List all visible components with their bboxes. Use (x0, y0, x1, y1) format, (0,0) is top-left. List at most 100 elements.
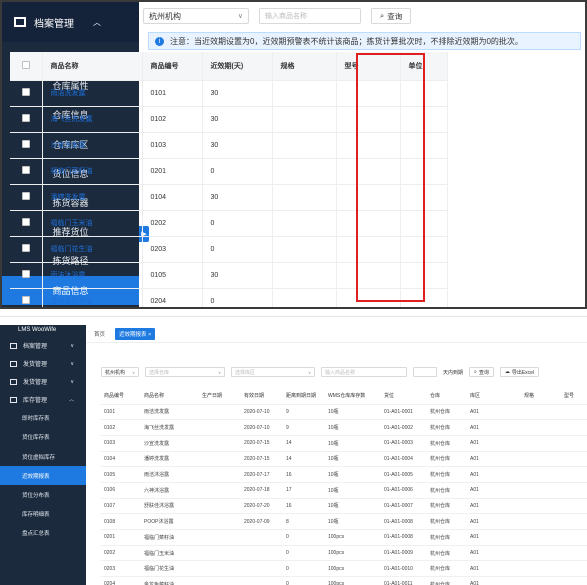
table-row[interactable]: 福临门菜籽油 0201 0 (10, 158, 448, 185)
export-excel-button[interactable]: ☁ 导出Excel (499, 367, 540, 377)
row-checkbox[interactable] (10, 262, 43, 289)
info-icon: i (155, 36, 164, 46)
empty-cell (400, 132, 448, 159)
row-checkbox[interactable] (10, 106, 43, 133)
table-row[interactable]: 0108 POOP沐浴露 2020-07-09 8 10瓶 01-A01-0008 杭州仓库… (101, 513, 587, 530)
sidebar-group-label: 发货管理 (23, 362, 48, 369)
row-checkbox[interactable] (10, 184, 43, 211)
column-header: 库区 (467, 388, 521, 405)
sidebar-item[interactable]: 库存明细表 (0, 505, 86, 524)
org-select-value: 杭州机构 (149, 11, 181, 21)
table-row[interactable]: 0201 福临门菜籽油 0 100pcs 01-A01-0008 杭州仓库 A01 (101, 529, 587, 546)
table-cell: 01-A01-0009 (381, 545, 427, 562)
table-row[interactable]: 雨洁沐浴露 0105 30 (10, 262, 448, 289)
empty-cell (336, 288, 401, 307)
table-cell (241, 529, 283, 546)
product-name-cell[interactable]: 福临门玉米油 (42, 210, 143, 237)
table-cell: POOP沐浴露 (141, 513, 199, 530)
empty-cell (521, 466, 561, 483)
expiry-days-cell: 0 (202, 210, 273, 237)
table-row[interactable]: 0102 海飞丝洗发露 2020-07-10 9 10瓶 01-A01-0002 杭州仓库 A… (101, 419, 587, 436)
table-row[interactable]: 潘婷洗发露 0104 30 (10, 184, 448, 211)
empty-cell (336, 158, 401, 185)
table-cell: 0202 (101, 545, 141, 562)
query-button[interactable]: ⌕ 查询 (371, 8, 412, 24)
product-search-input[interactable]: 输入商品名称 (321, 367, 407, 377)
row-checkbox[interactable] (10, 210, 43, 237)
empty-cell (561, 498, 587, 515)
empty-cell (521, 435, 561, 452)
product-name-cell[interactable]: 雨洁沐浴露 (42, 262, 143, 289)
row-checkbox[interactable] (10, 80, 43, 107)
row-checkbox[interactable] (10, 158, 43, 185)
table-row[interactable]: 0105 雨洁沐浴露 2020-07-17 16 10瓶 01-A01-0005 杭州仓库 A… (101, 466, 587, 483)
table-cell: 10瓶 (325, 404, 381, 421)
table-cell (241, 545, 283, 562)
product-table: 商品名称 商品编号 近效期(天) 规格 型号 单位 雨洁洗发露 0101 30 海飞丝… (10, 52, 448, 307)
sidebar-group-label: 档案管理 (23, 344, 48, 351)
table-row[interactable]: 0204 金龙鱼菜籽油 0 100pcs 01-A01-0011 杭州仓库 A01 (101, 576, 587, 585)
table-row[interactable]: 沙宣洗发露 0103 30 (10, 132, 448, 159)
product-name-cell[interactable]: 金龙鱼菜籽油 (42, 288, 143, 307)
org-select[interactable]: 杭州机构 ∨ (143, 8, 249, 24)
query-button[interactable]: ⌕ 查询 (469, 367, 494, 377)
notice-banner: i 注意：当近效期设置为0，近效期预警表不统计该商品；拣货计算批次时，不排除近效… (148, 32, 581, 50)
sidebar-item[interactable]: 近效期报表 (0, 466, 86, 486)
table-row[interactable]: 雨洁洗发露 0101 30 (10, 80, 448, 107)
product-name-cell[interactable]: 福临门花生油 (42, 236, 143, 263)
table-row[interactable]: 海飞丝洗发露 0102 30 (10, 106, 448, 133)
days-input[interactable] (413, 367, 437, 377)
sidebar-group[interactable]: 档案管理 ∨ (0, 337, 86, 355)
empty-cell (336, 106, 401, 133)
sidebar-group[interactable]: 发货管理 ∨ (0, 355, 86, 373)
product-name-cell[interactable]: 雨洁洗发露 (42, 80, 143, 107)
sidebar-group[interactable]: 库存管理 ︿ (0, 391, 86, 409)
org-select[interactable]: 杭州机构 ∨ (101, 367, 139, 377)
sidebar-group-archive[interactable]: 档案管理 ︿ (2, 2, 139, 42)
table-row[interactable]: 0103 沙宣洗发露 2020-07-15 14 10瓶 01-A01-0003 杭州仓库 A… (101, 435, 587, 452)
sidebar-item[interactable]: 盘点汇总表 (0, 524, 86, 543)
table-row[interactable]: 0202 福临门玉米油 0 100pcs 01-A01-0009 杭州仓库 A01 (101, 545, 587, 562)
table-cell: 2020-07-20 (241, 498, 283, 515)
table-row[interactable]: 福临门花生油 0203 0 (10, 236, 448, 263)
chevron-up-icon: ︿ (68, 397, 74, 404)
sidebar-item[interactable]: 货位库存表 (0, 428, 86, 447)
row-checkbox[interactable] (10, 236, 43, 263)
product-name-cell[interactable]: 沙宣洗发露 (42, 132, 143, 159)
search-icon: ⌕ (474, 369, 477, 375)
tab-expiry-report[interactable]: 近效期报表 × (115, 327, 156, 340)
row-checkbox[interactable] (10, 132, 43, 159)
table-row[interactable]: 0104 潘婷洗发露 2020-07-15 14 10瓶 01-A01-0004 杭州仓库 A… (101, 451, 587, 468)
table-cell: 01-A01-0003 (381, 435, 427, 452)
table-row[interactable]: 0106 六神沐浴露 2020-07-18 17 10瓶 01-A01-0006 杭州仓库 A… (101, 482, 587, 499)
product-search-input[interactable]: 输入商品名称 (259, 8, 361, 24)
sidebar-item[interactable]: 货位分布表 (0, 485, 86, 504)
tab-home[interactable]: 首页 (90, 328, 109, 340)
empty-cell (272, 132, 337, 159)
table-cell: 10瓶 (325, 435, 381, 452)
table-cell: 01-A01-0008 (381, 529, 427, 546)
table-row[interactable]: 0107 舒肤佳沐浴露 2020-07-20 16 10瓶 01-A01-0007 杭州仓库… (101, 498, 587, 515)
product-name-cell[interactable]: 福临门菜籽油 (42, 158, 143, 185)
col-product-name: 商品名称 (42, 52, 143, 81)
product-name-cell[interactable]: 潘婷洗发露 (42, 184, 143, 211)
product-code-cell: 0202 (142, 210, 203, 237)
col-model: 型号 (336, 52, 401, 81)
table-row[interactable]: 金龙鱼菜籽油 0204 0 (10, 288, 448, 307)
sidebar-item[interactable]: 货位虚拟库存 (0, 447, 86, 466)
table-cell: 100pcs (325, 529, 381, 546)
warehouse-select[interactable]: 选择仓库 ∨ (145, 367, 225, 377)
select-all-checkbox[interactable] (10, 52, 43, 81)
table-row[interactable]: 福临门玉米油 0202 0 (10, 210, 448, 237)
notice-text: 注意：当近效期设置为0，近效期预警表不统计该商品；拣货计算批次时，不排除近效期为… (170, 36, 523, 46)
table-row[interactable]: 0203 福临门花生油 0 100pcs 01-A01-0010 杭州仓库 A01 (101, 560, 587, 578)
product-name-cell[interactable]: 海飞丝洗发露 (42, 106, 143, 133)
sidebar-item[interactable]: 即时库存表 (0, 409, 86, 428)
empty-cell (272, 80, 337, 107)
table-row[interactable]: 0101 雨洁洗发露 2020-07-10 9 10瓶 01-A01-0001 杭州仓库 A0… (101, 404, 587, 421)
row-checkbox[interactable] (10, 288, 43, 307)
sidebar-group[interactable]: 发货管理 ∨ (0, 373, 86, 391)
location-select[interactable]: 选择库区 ∨ (231, 367, 315, 377)
empty-cell (336, 80, 401, 107)
table-cell: 2020-07-10 (241, 404, 283, 421)
